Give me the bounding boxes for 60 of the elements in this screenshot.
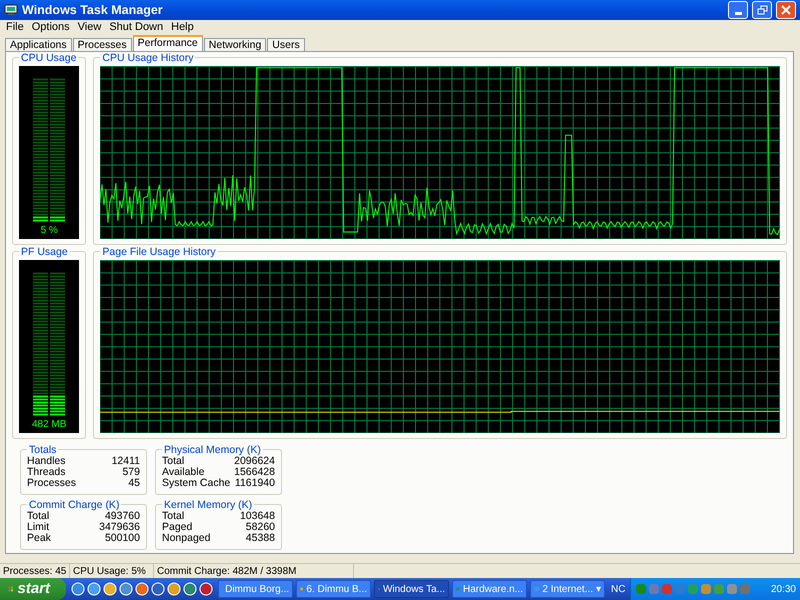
meter-reading: 482 MB: [32, 419, 66, 431]
restore-button[interactable]: [752, 1, 772, 19]
window-title: Windows Task Manager: [22, 2, 164, 19]
start-button[interactable]: start: [0, 578, 66, 600]
stat-label: Limit: [27, 522, 50, 533]
menu-item[interactable]: Shut Down: [105, 18, 168, 36]
stat-label: Total: [162, 511, 184, 522]
caret-icon: ▾: [596, 582, 601, 596]
stat-value: 12411: [112, 456, 140, 467]
menu-item[interactable]: Options: [28, 18, 74, 36]
taskbar-button[interactable]: Windows Ta...: [374, 580, 449, 598]
stat-label: Handles: [27, 456, 66, 467]
panel-title: PF Usage: [19, 246, 70, 258]
close-button[interactable]: [776, 1, 796, 19]
group-title: Kernel Memory (K): [162, 499, 254, 511]
panel-title: Page File Usage History: [100, 246, 218, 258]
stat-value: 45388: [246, 533, 275, 544]
stat-label: System Cache: [162, 478, 230, 489]
taskbar-button[interactable]: Hardware.n...: [452, 580, 527, 598]
taskbar-button[interactable]: 6. Dimmu B...: [296, 580, 371, 598]
group-title: Physical Memory (K): [162, 444, 263, 456]
taskbar-button[interactable]: 2 Internet... ▾: [530, 580, 605, 598]
tab[interactable]: Networking: [204, 38, 266, 51]
clock: 20:30: [770, 582, 797, 596]
panel-title: CPU Usage: [19, 52, 78, 64]
stat-label: Processes: [27, 478, 76, 489]
stat-value: 58260: [246, 522, 275, 533]
stat-label: Available: [162, 467, 204, 478]
language-indicator[interactable]: NC: [608, 582, 630, 596]
stat-label: Threads: [27, 467, 66, 478]
close-icon: [780, 4, 792, 16]
taskbar-button[interactable]: Dimmu Borg...: [218, 580, 293, 598]
stat-value: 493760: [104, 511, 140, 522]
stat-value: 2096624: [234, 456, 275, 467]
group-title: Commit Charge (K): [27, 499, 122, 511]
stat-label: Paged: [162, 522, 192, 533]
stat-value: 3479636: [99, 522, 140, 533]
meter-reading: 5 %: [40, 225, 58, 237]
stat-value: 500100: [104, 533, 140, 544]
restore-icon: [756, 4, 768, 16]
stat-value: 1566428: [234, 467, 275, 478]
tab[interactable]: Performance: [132, 35, 203, 51]
panel-title: CPU Usage History: [100, 52, 196, 64]
stat-value: 103648: [240, 511, 275, 522]
stat-label: Nonpaged: [162, 533, 210, 544]
stat-value: 579: [122, 467, 140, 478]
minimize-button[interactable]: [728, 1, 748, 19]
minimize-icon: [734, 12, 742, 15]
stat-value: 45: [128, 478, 140, 489]
group-title: Totals: [27, 444, 58, 456]
tab[interactable]: Processes: [72, 38, 132, 51]
stat-label: Total: [27, 511, 50, 522]
tab[interactable]: Users: [267, 38, 305, 51]
tab[interactable]: Applications: [5, 38, 72, 51]
menu-item[interactable]: Help: [167, 18, 198, 36]
stat-label: Peak: [27, 533, 51, 544]
menu-item[interactable]: File: [2, 18, 28, 36]
stat-value: 1161940: [234, 478, 275, 489]
menu-item[interactable]: View: [74, 18, 106, 36]
stat-label: Total: [162, 456, 184, 467]
